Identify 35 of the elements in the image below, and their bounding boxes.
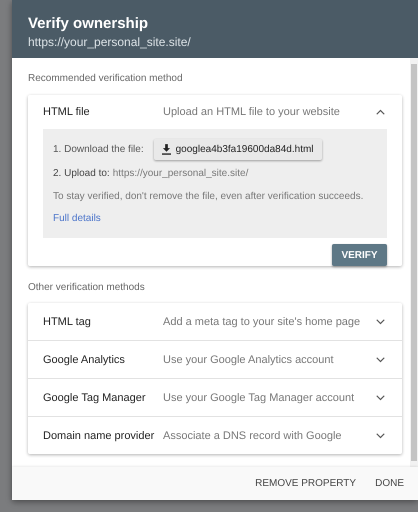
chevron-down-icon[interactable] xyxy=(376,432,385,438)
site-url: https://your_personal_site.site/ xyxy=(28,35,192,49)
method-name: Google Analytics xyxy=(43,354,126,366)
remove-property-button[interactable]: REMOVE PROPERTY xyxy=(247,474,364,493)
method-description: Upload an HTML file to your website xyxy=(163,106,341,118)
method-row[interactable]: Google Tag Manager Use your Google Tag Manager account xyxy=(28,379,402,417)
chevron-down-icon[interactable] xyxy=(376,394,385,400)
chevron-up-icon[interactable] xyxy=(376,109,385,115)
note-text: To stay verified, don't remove the file, even after verification succeeds. xyxy=(53,191,364,202)
scrollbar[interactable] xyxy=(410,58,418,467)
section-heading: Recommended verification method xyxy=(28,73,184,84)
method-row[interactable]: Domain name provider Associate a DNS record with Google xyxy=(28,417,402,454)
full-details-link[interactable]: Full details xyxy=(53,213,101,224)
download-icon xyxy=(162,144,171,155)
upload-url: https://your_personal_site.site/ xyxy=(112,168,248,179)
done-button[interactable]: DONE xyxy=(367,474,412,493)
chevron-down-icon[interactable] xyxy=(376,356,385,362)
step-label: 2. Upload to: xyxy=(53,168,110,179)
verify-button[interactable]: VERIFY xyxy=(332,244,387,266)
method-row[interactable]: HTML tag Add a meta tag to your site's home page xyxy=(28,303,402,341)
dialog-title: Verify ownership xyxy=(28,15,150,32)
method-row[interactable]: Google Analytics Use your Google Analytics account xyxy=(28,341,402,379)
method-row[interactable]: HTML file Upload an HTML file to your website xyxy=(28,95,402,129)
method-name: HTML file xyxy=(43,106,91,118)
method-name: HTML tag xyxy=(43,316,92,328)
method-name: Google Tag Manager xyxy=(43,392,147,404)
method-description: Add a meta tag to your site's home page xyxy=(163,316,362,328)
step-label: 1. Download the file: xyxy=(53,144,144,155)
section-heading: Other verification methods xyxy=(28,282,146,293)
method-description: Use your Google Analytics account xyxy=(163,354,335,366)
chevron-down-icon[interactable] xyxy=(376,318,385,324)
method-description: Use your Google Tag Manager account xyxy=(163,392,356,404)
download-button[interactable]: googlea4b3fa19600da84d.html xyxy=(154,139,322,160)
method-name: Domain name provider xyxy=(43,430,156,442)
method-description: Associate a DNS record with Google xyxy=(163,430,343,442)
